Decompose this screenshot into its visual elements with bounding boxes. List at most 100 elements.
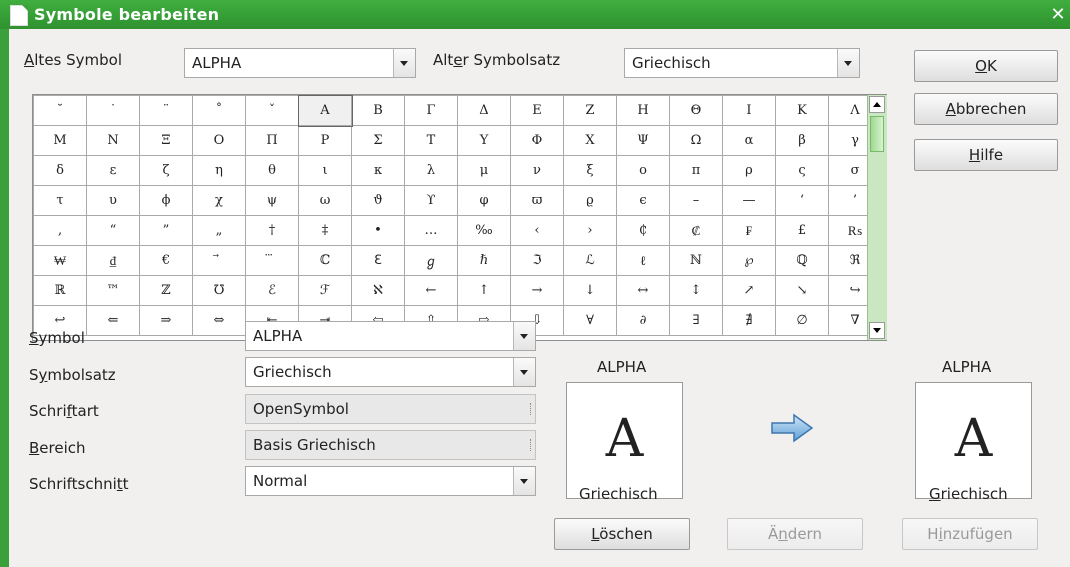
symbol-cell[interactable]: • <box>351 215 405 246</box>
symbol-cell[interactable]: Ι <box>722 95 776 126</box>
symbol-cell[interactable]: Θ <box>669 95 723 126</box>
symbol-cell[interactable]: ξ <box>563 155 617 186</box>
old-set-combo[interactable]: Griechisch <box>624 48 860 78</box>
symbol-cell[interactable]: ℏ <box>457 245 511 276</box>
symbol-cell[interactable]: † <box>245 215 299 246</box>
style-combo[interactable]: Normal <box>245 466 536 496</box>
symbol-cell[interactable]: ∃ <box>669 305 723 336</box>
symbol-cell[interactable]: ‘ <box>775 185 829 216</box>
symbol-cell[interactable]: Ρ <box>298 125 352 156</box>
symbol-cell[interactable]: ← <box>404 275 458 306</box>
add-button[interactable]: Hinzufügen <box>902 518 1038 550</box>
symbol-cell[interactable]: ζ <box>139 155 193 186</box>
symbol-cell[interactable]: χ <box>192 185 246 216</box>
symbol-cell[interactable]: “ <box>86 215 140 246</box>
symbol-cell[interactable]: Σ <box>351 125 405 156</box>
symbol-cell[interactable]: κ <box>351 155 405 186</box>
symbol-cell[interactable]: ε <box>86 155 140 186</box>
symbol-cell[interactable]: ¨ <box>139 95 193 126</box>
symbol-cell[interactable]: ↓ <box>563 275 617 306</box>
symbol-cell[interactable]: ⇔ <box>192 305 246 336</box>
symbol-cell[interactable]: Ε <box>510 95 564 126</box>
symbol-cell[interactable]: Τ <box>404 125 458 156</box>
symbol-cell[interactable]: ₩ <box>33 245 87 276</box>
range-field[interactable]: Basis Griechisch <box>245 430 536 460</box>
symbol-cell[interactable]: ↔ <box>616 275 670 306</box>
symbol-cell[interactable]: ↘ <box>775 275 829 306</box>
symbol-cell[interactable]: ‚ <box>33 215 87 246</box>
symbol-cell[interactable]: Π <box>245 125 299 156</box>
symbol-cell[interactable]: ϕ <box>139 185 193 216</box>
symbol-cell[interactable]: Φ <box>510 125 564 156</box>
symbol-cell[interactable]: ˇ <box>245 95 299 126</box>
symbol-cell[interactable]: Χ <box>563 125 617 156</box>
symbol-cell[interactable]: ϑ <box>351 185 405 216</box>
symbol-combo[interactable]: ALPHA <box>245 321 536 351</box>
scroll-thumb[interactable] <box>870 116 884 152</box>
symbol-cell[interactable]: ‰ <box>457 215 511 246</box>
grid-scrollbar[interactable] <box>867 95 887 340</box>
symbol-cell[interactable]: ℝ <box>33 275 87 306</box>
symbol-cell[interactable]: … <box>404 215 458 246</box>
symbol-cell[interactable]: › <box>563 215 617 246</box>
symbol-cell[interactable]: ∅ <box>775 305 829 336</box>
symbol-cell[interactable]: β <box>775 125 829 156</box>
symbol-cell[interactable]: „ <box>192 215 246 246</box>
symbol-cell[interactable]: ϖ <box>510 185 564 216</box>
symbol-cell[interactable]: ϒ <box>404 185 458 216</box>
symbol-cell[interactable]: ϱ <box>563 185 617 216</box>
symbol-cell[interactable]: Δ <box>457 95 511 126</box>
symbol-cell[interactable]: £ <box>775 215 829 246</box>
symbol-cell[interactable]: ℘ <box>722 245 776 276</box>
symbol-cell[interactable]: ℓ <box>616 245 670 276</box>
symbol-cell[interactable]: Ψ <box>616 125 670 156</box>
symbol-cell[interactable]: μ <box>457 155 511 186</box>
symbol-cell[interactable]: ⇐ <box>86 305 140 336</box>
symbol-cell[interactable]: ℇ <box>351 245 405 276</box>
symbol-cell[interactable]: ↗ <box>722 275 776 306</box>
symbol-cell[interactable]: Ζ <box>563 95 617 126</box>
symbol-cell[interactable]: ₵ <box>616 215 670 246</box>
symbol-cell[interactable]: ” <box>139 215 193 246</box>
old-set-dropdown-icon[interactable] <box>837 49 859 77</box>
symbol-cell[interactable]: υ <box>86 185 140 216</box>
symbol-cell[interactable]: ‹ <box>510 215 564 246</box>
symbol-cell[interactable]: Ξ <box>139 125 193 156</box>
symbol-cell[interactable]: ο <box>616 155 670 186</box>
symbol-cell[interactable]: ˚ <box>192 95 246 126</box>
scroll-down-icon[interactable] <box>869 322 885 339</box>
symbol-cell[interactable]: ∀ <box>563 305 617 336</box>
cancel-button[interactable]: Abbrechen <box>914 93 1058 125</box>
symbol-cell[interactable]: — <box>722 185 776 216</box>
symbol-cell[interactable]: ‡ <box>298 215 352 246</box>
symbol-cell[interactable]: Β <box>351 95 405 126</box>
font-field[interactable]: OpenSymbol <box>245 394 536 424</box>
symbol-cell[interactable]: π <box>669 155 723 186</box>
symbol-set-combo[interactable]: Griechisch <box>245 357 536 387</box>
symbol-cell[interactable]: ς <box>775 155 829 186</box>
symbol-cell[interactable]: Η <box>616 95 670 126</box>
symbol-cell[interactable]: ∄ <box>722 305 776 336</box>
scroll-up-icon[interactable] <box>869 96 885 113</box>
symbol-cell[interactable]: ℵ <box>351 275 405 306</box>
symbol-set-dropdown-icon[interactable] <box>513 358 535 386</box>
symbol-cell[interactable]: Υ <box>457 125 511 156</box>
symbol-cell[interactable]: – <box>669 185 723 216</box>
symbol-cell[interactable]: ⇒ <box>139 305 193 336</box>
symbol-cell[interactable]: ↑ <box>457 275 511 306</box>
modify-button[interactable]: Ändern <box>727 518 863 550</box>
symbol-cell[interactable]: Ο <box>192 125 246 156</box>
symbol-cell[interactable]: φ <box>457 185 511 216</box>
symbol-dropdown-icon[interactable] <box>513 322 535 350</box>
symbol-cell[interactable]: Μ <box>33 125 87 156</box>
symbol-cell[interactable]: η <box>192 155 246 186</box>
symbol-cell[interactable]: ₫ <box>86 245 140 276</box>
symbol-cell[interactable]: θ <box>245 155 299 186</box>
symbol-cell[interactable]: → <box>510 275 564 306</box>
symbol-cell[interactable]: ν <box>510 155 564 186</box>
symbol-cell[interactable]: λ <box>404 155 458 186</box>
symbol-cell[interactable]: ϵ <box>616 185 670 216</box>
old-symbol-dropdown-icon[interactable] <box>393 49 415 77</box>
symbol-cell[interactable]: ℑ <box>510 245 564 276</box>
symbol-cell[interactable]: ₡ <box>669 215 723 246</box>
